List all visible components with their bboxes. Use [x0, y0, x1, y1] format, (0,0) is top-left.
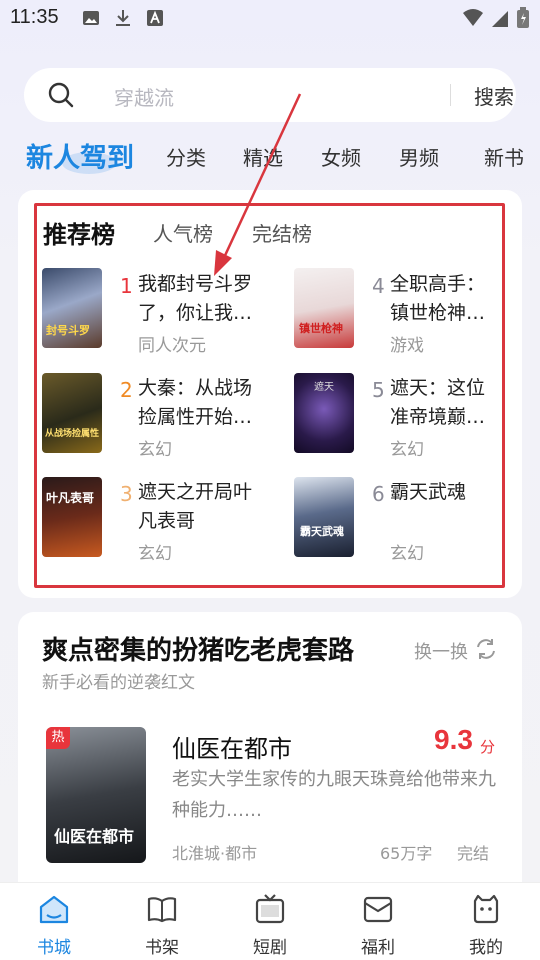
nav-label: 短剧: [253, 938, 287, 958]
book-title-line[interactable]: 大秦：从战场: [138, 374, 266, 403]
bookstore-icon: [39, 895, 69, 924]
book-title-line[interactable]: 我都封号斗罗: [138, 270, 266, 299]
featured-score: 9.3: [434, 724, 473, 755]
search-divider: [450, 84, 451, 106]
book-title-line[interactable]: 准帝境巅…: [390, 403, 518, 432]
tab-completed-rank[interactable]: 完结榜: [252, 218, 312, 247]
book-title-line[interactable]: 了，你让我…: [138, 299, 266, 328]
nav-welfare[interactable]: 福利: [324, 883, 432, 960]
book-genre: 同人次元: [138, 336, 206, 356]
book-genre: 玄幻: [390, 440, 424, 460]
book-genre: 玄幻: [138, 440, 172, 460]
rank-number: 6: [372, 482, 385, 506]
rank-number: 3: [120, 482, 133, 506]
battery-icon: [517, 7, 529, 28]
book-genre: 游戏: [390, 336, 424, 356]
book-title-line[interactable]: 捡属性开始…: [138, 403, 266, 432]
book-cover[interactable]: 霸天武魂: [294, 477, 354, 557]
envelope-icon: [363, 896, 393, 923]
featured-description: 老实大学生家传的九眼天珠竟给他带来九种能力……: [172, 769, 496, 821]
nav-bookstore[interactable]: 书城: [0, 883, 108, 960]
book-cover[interactable]: 叶凡表哥: [42, 477, 102, 557]
tab-male[interactable]: 男频: [399, 142, 439, 171]
tab-featured[interactable]: 精选: [243, 142, 283, 171]
refresh-icon[interactable]: [474, 637, 498, 661]
hot-badge: 热: [46, 727, 70, 749]
book-title-line[interactable]: 镇世枪神…: [390, 299, 518, 328]
tab-new-books[interactable]: 新书: [484, 142, 524, 171]
status-time: 11:35: [10, 6, 59, 28]
nav-label: 我的: [469, 938, 503, 958]
download-icon: [116, 10, 130, 26]
search-input[interactable]: 穿越流: [114, 82, 174, 111]
recommend-subtitle: 新手必看的逆袭红文: [42, 673, 195, 693]
tab-newcomer[interactable]: 新人驾到: [26, 136, 134, 175]
rank-number: 2: [120, 378, 133, 402]
book-title-line[interactable]: 全职高手：: [390, 270, 518, 299]
tab-female[interactable]: 女频: [321, 142, 361, 171]
keyboard-a-icon: [147, 10, 163, 26]
tab-category[interactable]: 分类: [166, 142, 206, 171]
bookshelf-icon: [147, 897, 177, 923]
image-notification-icon: [83, 11, 99, 25]
nav-label: 书架: [145, 938, 179, 958]
featured-word-count: 65万字: [380, 844, 433, 863]
wifi-icon: [463, 9, 483, 26]
category-tabs: 新人驾到 分类 精选 女频 男频 新书: [0, 132, 540, 180]
book-cover[interactable]: 遮天: [294, 373, 354, 453]
refresh-button[interactable]: 换一换: [414, 638, 468, 664]
book-title-line[interactable]: 霸天武魂: [390, 478, 518, 507]
bottom-nav: 书城 书架 短剧 福利 我的: [0, 882, 540, 960]
book-cover[interactable]: 封号斗罗: [42, 268, 102, 348]
search-bar[interactable]: 穿越流 搜索: [24, 68, 516, 122]
featured-score-unit: 分: [480, 738, 496, 756]
rank-number: 5: [372, 378, 385, 402]
book-title-line[interactable]: 遮天之开局叶: [138, 478, 266, 507]
featured-author-genre: 北淮城·都市: [172, 844, 258, 863]
nav-label: 书城: [37, 938, 71, 958]
search-button[interactable]: 搜索: [474, 81, 514, 110]
recommend-title: 爽点密集的扮猪吃老虎套路: [42, 636, 355, 666]
status-bar: 11:35: [0, 0, 540, 38]
book-title-line[interactable]: 凡表哥: [138, 507, 266, 536]
nav-profile[interactable]: 我的: [432, 883, 540, 960]
book-genre: 玄幻: [390, 544, 424, 564]
nav-bookshelf[interactable]: 书架: [108, 883, 216, 960]
book-genre: 玄幻: [138, 544, 172, 564]
featured-status: 完结: [457, 844, 490, 863]
tab-recommend-rank[interactable]: 推荐榜: [43, 215, 115, 250]
book-cover[interactable]: 从战场捡属性: [42, 373, 102, 453]
book-title-line[interactable]: 遮天：这位: [390, 374, 518, 403]
signal-icon: [492, 11, 508, 27]
rank-number: 4: [372, 274, 385, 298]
tab-popular-rank[interactable]: 人气榜: [153, 218, 213, 247]
nav-short-drama[interactable]: 短剧: [216, 883, 324, 960]
profile-icon: [473, 894, 499, 924]
tv-icon: [255, 894, 285, 924]
book-cover[interactable]: 镇世枪神: [294, 268, 354, 348]
featured-book-title[interactable]: 仙医在都市: [172, 729, 292, 764]
nav-label: 福利: [361, 938, 395, 958]
rank-number: 1: [120, 274, 133, 298]
search-icon: [48, 82, 74, 108]
